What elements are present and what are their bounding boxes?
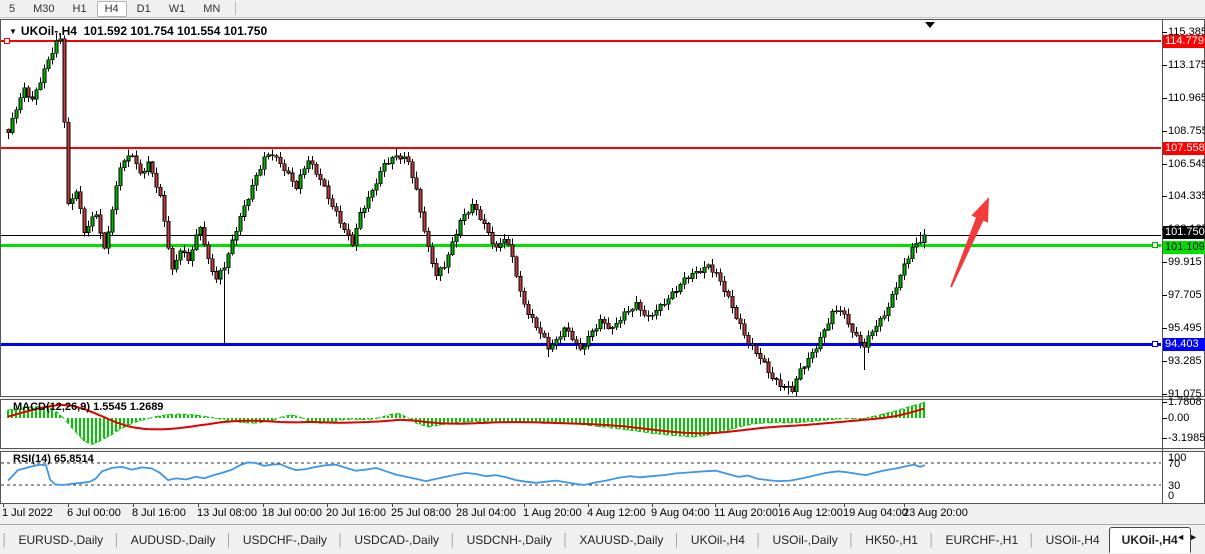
tab-hk50-h1[interactable]: HK50-,H1	[856, 529, 927, 551]
tab-separator: │	[928, 533, 936, 547]
tab-separator: │	[225, 533, 233, 547]
tab-scroll-left-icon[interactable]: ◄	[1176, 532, 1189, 542]
tab-scroll-arrows: ◄►	[1176, 532, 1202, 542]
price-axis-tick	[1162, 65, 1167, 66]
price-axis-tick	[1162, 32, 1167, 33]
tab-separator: │	[1, 533, 9, 547]
price-axis-label: 110.965	[1168, 92, 1205, 104]
symbol-tab-bar: │EURUSD-,Daily│AUDUSD-,Daily│USDCHF-,Dai…	[0, 524, 1205, 554]
chevron-down-icon[interactable]: ▼	[9, 27, 17, 36]
time-axis-label: 18 Jul 00:00	[262, 507, 322, 519]
macd-axis-tick	[1162, 418, 1167, 419]
tab-usdcad-daily[interactable]: USDCAD-,Daily	[345, 529, 448, 551]
tab-usdcnh-daily[interactable]: USDCNH-,Daily	[458, 529, 561, 551]
price-axis-tick	[1162, 164, 1167, 165]
price-axis-tick	[1162, 196, 1167, 197]
rsi-axis-label: 70	[1168, 458, 1180, 470]
macd-axis-label: 1.7808	[1168, 396, 1202, 408]
tab-ukoil-h4[interactable]: UKOil-,H4	[682, 529, 754, 551]
mt4-window: 5M30H1H4D1W1MN ▼UKOil-,H4 101.592 101.75…	[0, 0, 1205, 554]
macd-axis-tick	[1162, 438, 1167, 439]
rsi-indicator-label: RSI(14) 65.8514	[13, 453, 94, 465]
time-axis-label: 16 Aug 12:00	[778, 507, 843, 519]
hline-101.75[interactable]	[1, 235, 1161, 236]
tab-usoil-daily[interactable]: USOil-,Daily	[763, 529, 846, 551]
price-axis-tick	[1162, 131, 1167, 132]
tab-separator: │	[1028, 533, 1036, 547]
time-axis-label: 4 Aug 12:00	[587, 507, 646, 519]
chart-canvas[interactable]	[0, 0, 1205, 554]
tab-separator: │	[449, 533, 457, 547]
time-axis-label: 25 Jul 08:00	[391, 507, 451, 519]
price-axis-tick	[1162, 295, 1167, 296]
time-axis-label: 20 Jul 16:00	[326, 507, 386, 519]
macd-indicator-label: MACD(12,26,9) 1.5545 1.2689	[13, 401, 163, 413]
hline-handle[interactable]	[1152, 341, 1158, 347]
time-axis-label: 1 Aug 20:00	[523, 507, 582, 519]
tab-separator: │	[848, 533, 856, 547]
tab-xauusd-daily[interactable]: XAUUSD-,Daily	[570, 529, 672, 551]
hline-handle[interactable]	[1152, 242, 1158, 248]
time-axis-label: 11 Aug 20:00	[714, 507, 778, 519]
tab-eurchf-h1[interactable]: EURCHF-,H1	[936, 529, 1027, 551]
tab-usoil-h4[interactable]: USOil-,H4	[1037, 529, 1109, 551]
price-axis-tick	[1162, 394, 1167, 395]
macd-axis-label: 0.00	[1168, 412, 1189, 424]
hline-107.558[interactable]	[1, 147, 1161, 149]
autoscroll-marker-icon[interactable]	[925, 22, 935, 28]
price-axis-label: 95.495	[1168, 322, 1202, 334]
time-axis-label: 28 Jul 04:00	[456, 507, 516, 519]
time-axis-label: 1 Jul 2022	[2, 507, 53, 519]
price-axis-label: 104.335	[1168, 190, 1205, 202]
macd-axis-tick	[1162, 402, 1167, 403]
price-badge-114-779: 114.779	[1163, 35, 1205, 48]
tab-separator: │	[755, 533, 763, 547]
hline-handle[interactable]	[4, 38, 10, 44]
tab-separator: │	[562, 533, 570, 547]
price-axis-tick	[1162, 361, 1167, 362]
time-axis-label: 19 Aug 04:00	[843, 507, 908, 519]
tab-audusd-daily[interactable]: AUDUSD-,Daily	[122, 529, 225, 551]
price-axis-tick	[1162, 328, 1167, 329]
tab-usdchf-daily[interactable]: USDCHF-,Daily	[234, 529, 336, 551]
tab-scroll-right-icon[interactable]: ►	[1189, 532, 1202, 542]
tab-separator: │	[673, 533, 681, 547]
hline-114.779[interactable]	[1, 40, 1161, 42]
price-axis-tick	[1162, 262, 1167, 263]
price-badge-107-558: 107.558	[1163, 142, 1205, 155]
price-axis-label: 113.175	[1168, 59, 1205, 71]
time-axis-label: 13 Jul 08:00	[197, 507, 257, 519]
tab-eurusd-daily[interactable]: EURUSD-,Daily	[10, 529, 113, 551]
macd-axis-label: -3.1985	[1168, 432, 1205, 444]
hline-101.109[interactable]	[1, 244, 1161, 247]
time-axis-label: 9 Aug 04:00	[651, 507, 710, 519]
price-badge-101-750: 101.750	[1163, 226, 1205, 239]
price-axis-label: 106.545	[1168, 158, 1205, 170]
rsi-axis-label: 0	[1168, 490, 1174, 502]
tab-separator: │	[113, 533, 121, 547]
price-axis-label: 108.755	[1168, 125, 1205, 137]
time-axis-label: 6 Jul 00:00	[67, 507, 121, 519]
tab-separator: │	[337, 533, 345, 547]
chart-ohlc-values: 101.592 101.754 101.554 101.750	[84, 24, 268, 38]
price-axis-label: 97.705	[1168, 289, 1202, 301]
time-axis-label: 23 Aug 20:00	[903, 507, 968, 519]
price-axis-label: 99.915	[1168, 256, 1202, 268]
price-axis-tick	[1162, 98, 1167, 99]
chart-symbol: UKOil-,H4	[21, 24, 77, 38]
price-badge-94-403: 94.403	[1163, 338, 1205, 351]
time-axis-label: 8 Jul 16:00	[132, 507, 186, 519]
price-badge-101-109: 101.109	[1163, 241, 1205, 254]
price-axis-label: 93.285	[1168, 355, 1202, 367]
time-axis: 1 Jul 2022 6 Jul 00:00 8 Jul 16:00 13 Jul 0…	[0, 504, 1205, 524]
trend-arrow-annotation[interactable]	[950, 197, 989, 287]
chart-title: ▼ UKOil-,H4 101.592 101.754 101.554 101.7…	[9, 24, 267, 38]
